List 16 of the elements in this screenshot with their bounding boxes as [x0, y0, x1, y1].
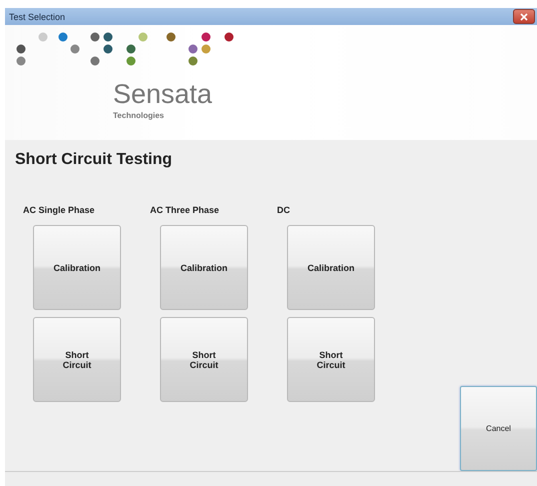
window-title: Test Selection: [9, 12, 66, 22]
page-heading: Short Circuit Testing: [15, 151, 174, 169]
test-button[interactable]: Short Circuit: [33, 317, 121, 402]
test-button[interactable]: Calibration: [33, 225, 121, 310]
logo-name: Sensata: [113, 79, 214, 109]
group-label: AC Single Phase: [23, 205, 96, 217]
group-label: DC: [277, 205, 291, 217]
test-button[interactable]: Short Circuit: [287, 317, 375, 402]
cancel-button[interactable]: Cancel: [460, 386, 537, 471]
test-button[interactable]: Calibration: [160, 225, 248, 310]
test-button[interactable]: Short Circuit: [160, 317, 248, 402]
close-icon: [519, 12, 529, 20]
close-button[interactable]: [513, 9, 535, 24]
logo-tagline: Technologies: [113, 111, 165, 120]
group-label: AC Three Phase: [150, 205, 220, 217]
test-button[interactable]: Calibration: [287, 225, 375, 310]
